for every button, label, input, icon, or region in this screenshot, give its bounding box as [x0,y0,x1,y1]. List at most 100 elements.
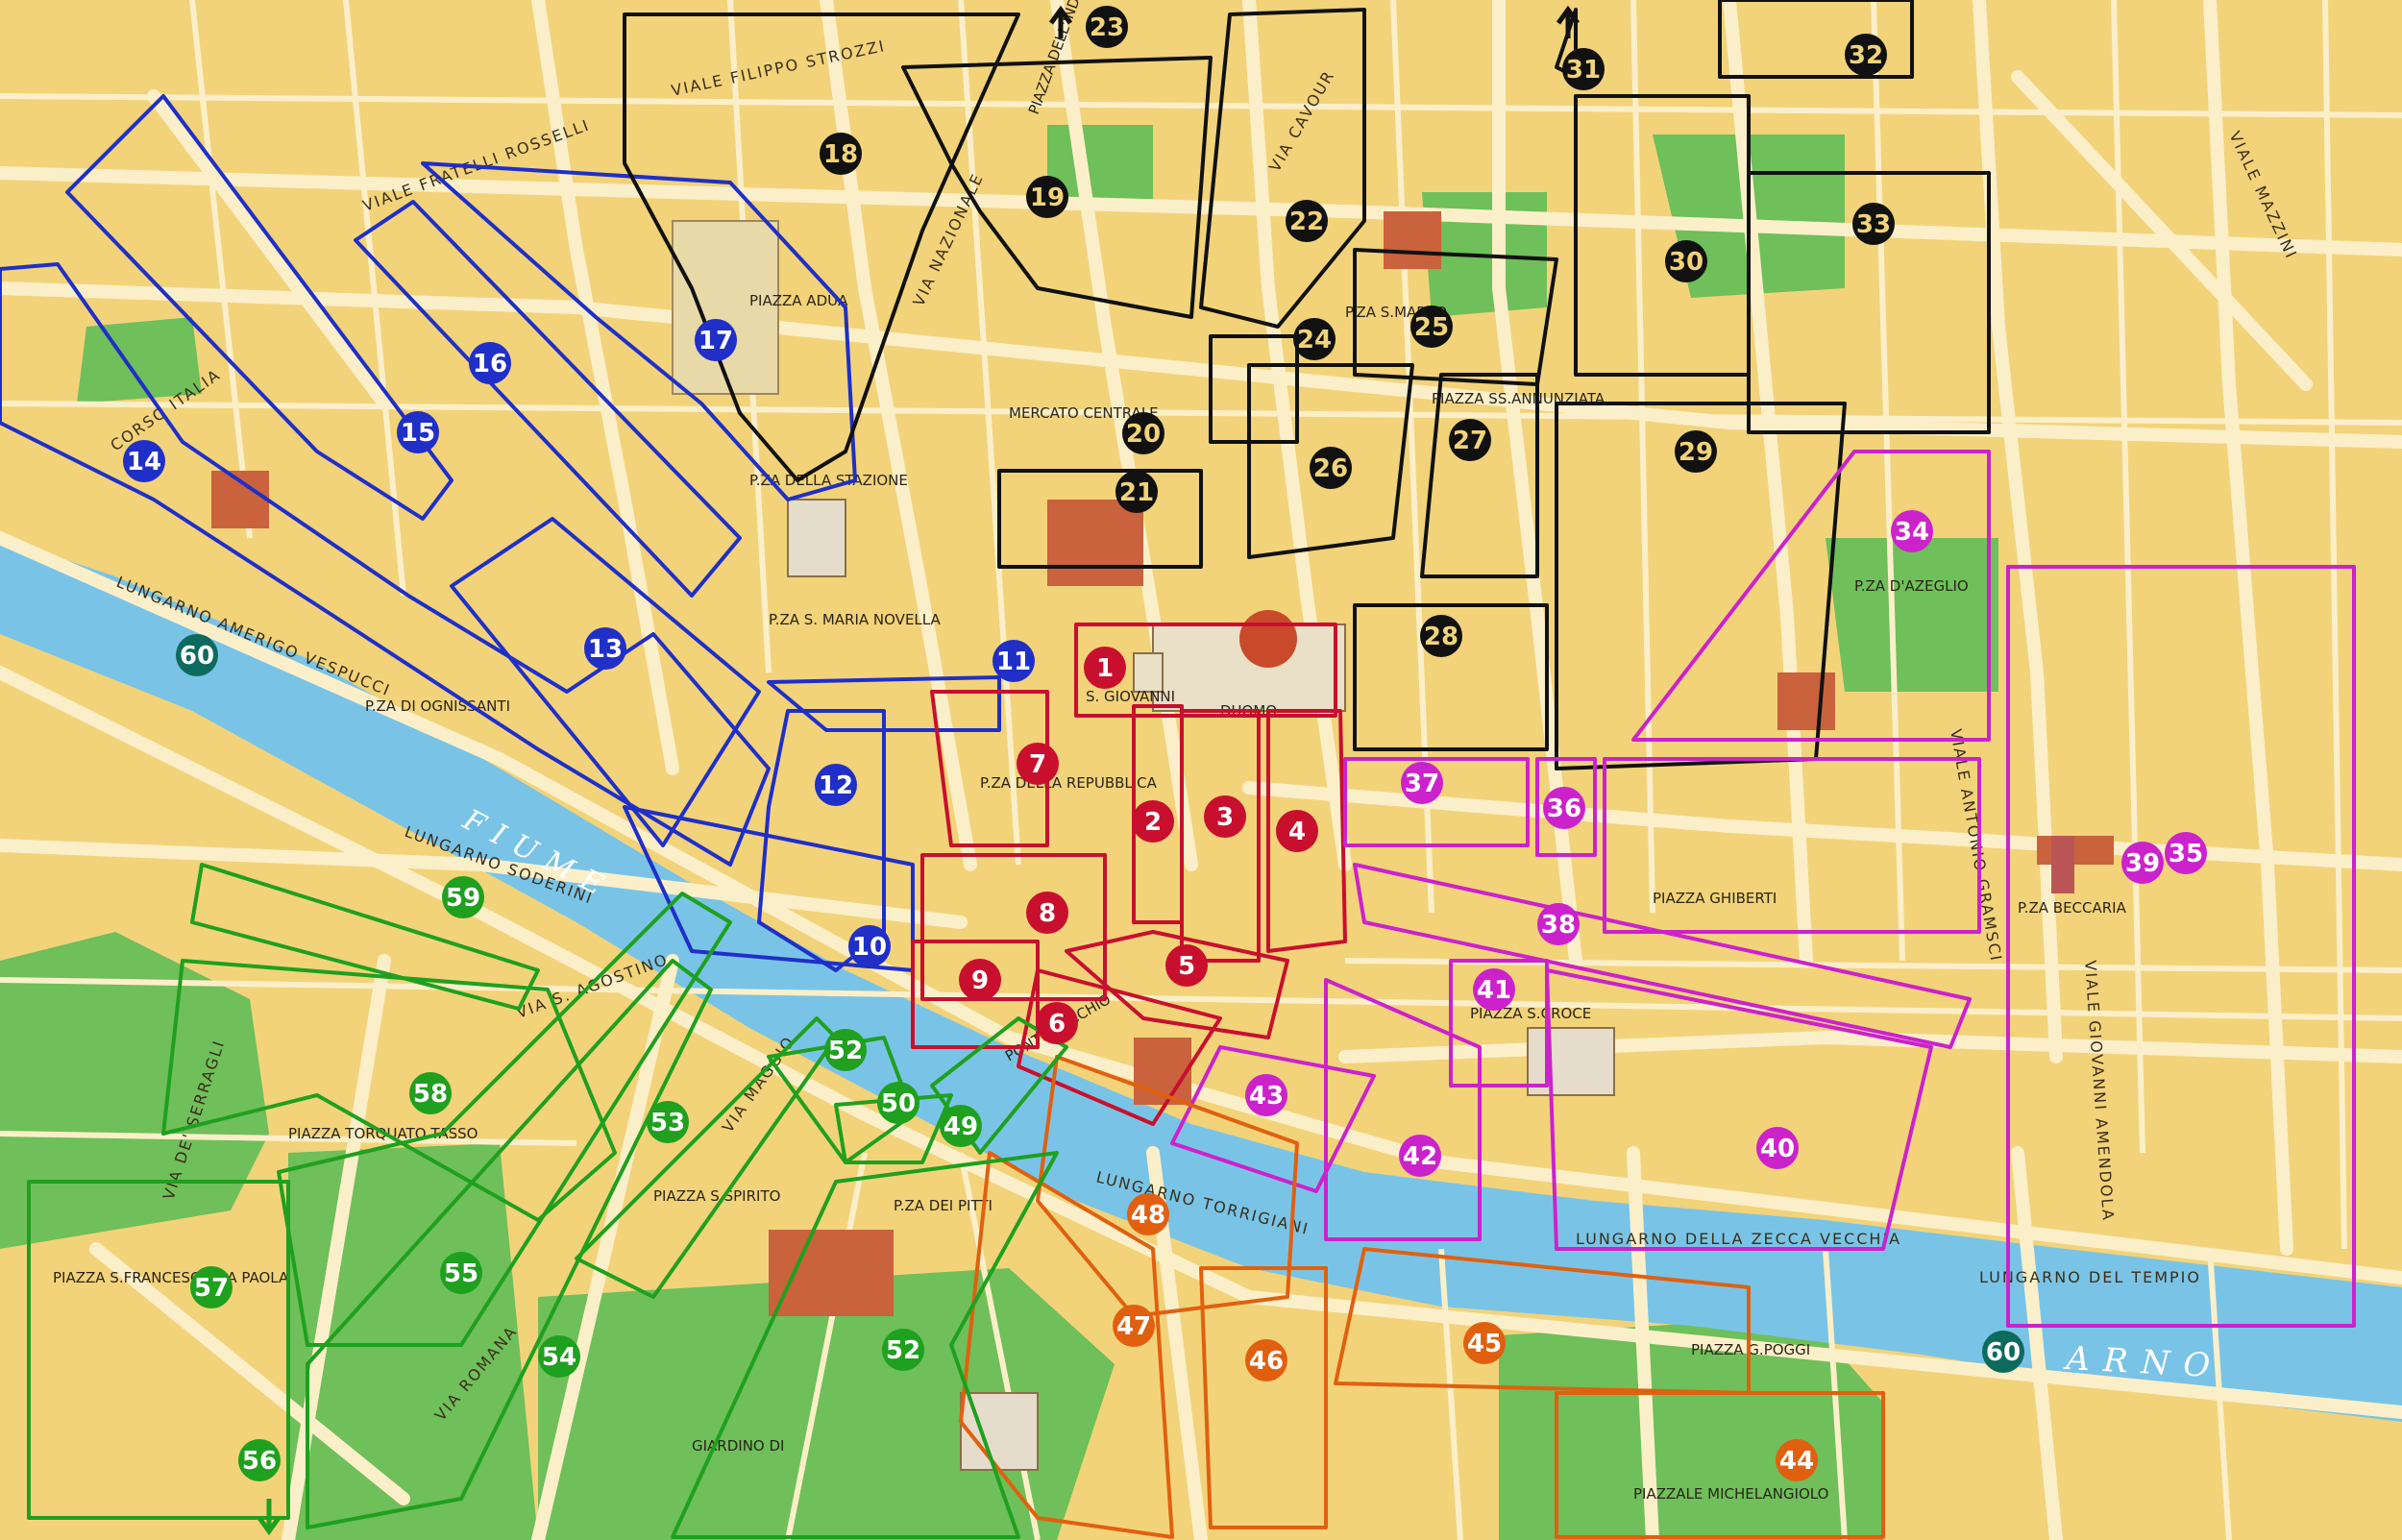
zone-badge-number: 47 [1116,1312,1151,1341]
zone-badge-46: 46 [1245,1339,1287,1381]
zone-badge-16: 16 [469,342,511,384]
zone-badge-number: 48 [1131,1201,1165,1230]
zone-badge-number: 33 [1856,210,1891,239]
zone-badge-5: 5 [1165,944,1208,987]
zone-badge-number: 26 [1313,454,1348,483]
zone-badge-38: 38 [1537,903,1580,945]
zone-badge-59: 59 [442,876,484,918]
zone-badge-number: 23 [1090,13,1124,42]
zone-badge-number: 38 [1541,911,1576,940]
zone-badge-9: 9 [959,959,1001,1001]
zone-badge-24: 24 [1293,318,1336,360]
zone-badge-number: 54 [542,1343,576,1372]
label-piazza-dazeglio: P.ZA D'AZEGLIO [1854,577,1969,595]
san-marco-icon [1384,211,1441,269]
zone-badge-number: 8 [1039,899,1056,928]
zone-badge-number: 44 [1779,1447,1814,1476]
zone-badge-number: 2 [1144,808,1162,837]
zone-badge-number: 60 [180,642,214,671]
zone-badge-number: 11 [996,648,1031,676]
label-piazzale-michelangiolo: PIAZZALE MICHELANGIOLO [1633,1485,1828,1503]
baptistery-icon [1133,652,1164,693]
synagogue-icon [1777,672,1835,730]
zone-badge-7: 7 [1017,743,1059,785]
zone-badge-28: 28 [1420,615,1462,657]
zone-badge-18: 18 [820,133,862,175]
label-pza-della-repubblica: P.ZA DELLA REPUBBLICA [980,774,1158,792]
zone-badge-4: 4 [1276,810,1318,852]
label-santa-maria-novella: P.ZA S. MARIA NOVELLA [769,611,941,628]
zone-badge-number: 36 [1547,794,1581,823]
zone-badge-12: 12 [815,764,857,806]
zone-badge-10: 10 [848,925,891,967]
zone-badge-37: 37 [1401,762,1443,804]
zone-badge-55: 55 [440,1252,482,1294]
label-piazza-beccaria: P.ZA BECCARIA [2018,899,2127,917]
zone-badge-33: 33 [1852,203,1895,245]
label-piazza-ognissanti: P.ZA DI OGNISSANTI [365,697,510,715]
zone-badge-number: 13 [588,635,623,664]
zone-badge-13: 13 [584,627,626,670]
label-piazza-spirito: PIAZZA S.SPIRITO [653,1187,780,1205]
zone-badge-number: 53 [650,1109,685,1137]
zone-badge-number: 55 [444,1259,478,1288]
zone-badge-20: 20 [1122,412,1164,454]
zone-badge-number: 40 [1760,1135,1795,1163]
zone-badge-number: 9 [971,966,989,995]
zone-badge-number: 34 [1895,518,1929,547]
label-lungarno-zecca-vecchia: LUNGARNO DELLA ZECCA VECCHIA [1576,1230,1901,1248]
zone-badge-number: 21 [1119,478,1154,507]
zone-badge-31: 31 [1562,48,1605,90]
zone-badge-number: 27 [1453,427,1487,455]
zone-badge-49: 49 [940,1105,982,1147]
zone-badge-number: 22 [1289,208,1324,236]
zone-badge-number: 4 [1288,818,1306,846]
zone-badge-number: 52 [828,1037,863,1065]
zone-badge-number: 20 [1126,420,1161,449]
zone-badge-number: 7 [1029,750,1046,779]
zone-badge-41: 41 [1473,968,1515,1011]
label-piazza-sfrancesco: PIAZZA S.FRANCESCO DA PAOLA [53,1269,289,1286]
mercato-santambrogio-icon [2037,836,2114,865]
zone-badge-60: 60 [1982,1331,2024,1373]
zone-badge-number: 10 [852,933,887,962]
zone-badge-number: 56 [242,1447,277,1476]
zone-badge-number: 50 [881,1089,916,1118]
label-san-giovanni: S. GIOVANNI [1086,688,1175,705]
zone-badge-number: 39 [2125,849,2160,878]
zone-badge-58: 58 [409,1072,452,1114]
label-lungarno-tempio: LUNGARNO DEL TEMPIO [1979,1268,2201,1286]
zone-badge-53: 53 [647,1101,689,1143]
zone-badge-number: 43 [1249,1082,1284,1111]
zone-badge-number: 3 [1216,803,1234,832]
zone-badge-number: 18 [823,140,858,169]
zone-badge-number: 24 [1297,326,1332,354]
zone-badge-2: 2 [1132,800,1174,843]
zone-badge-30: 30 [1665,240,1707,282]
zone-badge-number: 46 [1249,1347,1284,1376]
porta-alla-croce-icon [2051,836,2074,893]
zone-badge-45: 45 [1463,1322,1506,1364]
zone-badge-22: 22 [1286,200,1328,242]
zone-badge-number: 37 [1405,770,1439,798]
zone-badge-number: 35 [2169,840,2203,868]
zone-badge-50: 50 [877,1082,919,1124]
zone-badge-32: 32 [1845,34,1887,76]
san-lorenzo-icon [1047,500,1143,586]
zone-badge-15: 15 [397,411,439,453]
zone-badge-number: 42 [1403,1142,1437,1171]
florence-city-map: VIALE FILIPPO STROZZI VIALE FRATELLI ROS… [0,0,2402,1540]
zone-badge-21: 21 [1115,471,1158,513]
zone-badge-27: 27 [1449,419,1491,461]
zone-badge-34: 34 [1891,510,1933,552]
label-piazza-pitti: P.ZA DEI PITTI [894,1197,993,1214]
zone-badge-44: 44 [1776,1439,1818,1481]
zone-badge-number: 45 [1467,1330,1502,1358]
zone-badge-40: 40 [1756,1127,1799,1169]
zone-badge-3: 3 [1204,795,1246,838]
zone-badge-number: 25 [1414,313,1449,342]
zone-badge-19: 19 [1026,176,1068,218]
zone-badge-8: 8 [1026,892,1068,934]
zone-badge-number: 41 [1477,976,1511,1005]
zone-badge-14: 14 [123,440,165,482]
